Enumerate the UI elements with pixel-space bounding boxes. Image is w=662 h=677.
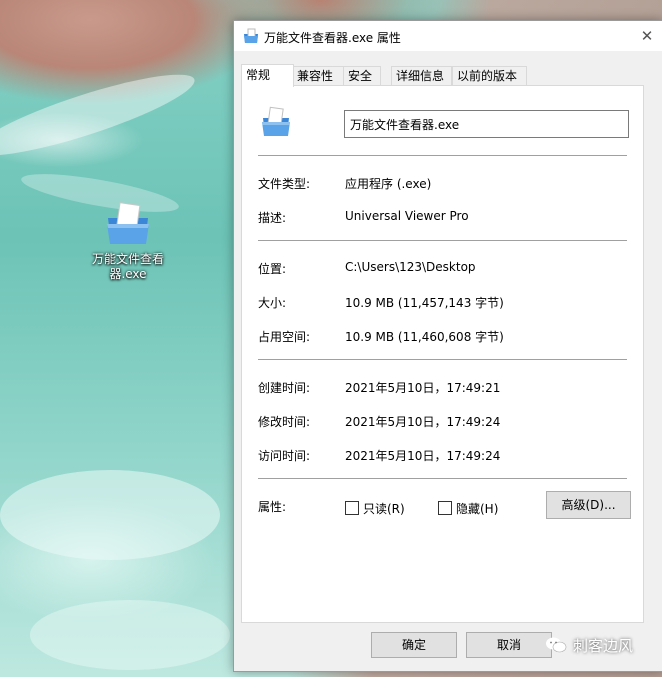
window-title: 万能文件查看器.exe 属性 xyxy=(264,31,401,45)
location-label: 位置: xyxy=(258,262,287,276)
cancel-button[interactable]: 取消 xyxy=(466,632,552,658)
tab-previous-versions[interactable]: 以前的版本 xyxy=(452,66,527,86)
advanced-button[interactable]: 高级(D)... xyxy=(546,491,631,519)
created-label: 创建时间: xyxy=(258,381,311,395)
desktop-file-label: 万能文件查看器.exe xyxy=(91,252,164,281)
properties-dialog: 万能文件查看器.exe 属性 ✕ 常规 兼容性 安全 详细信息 以前的版本 文件… xyxy=(233,20,662,672)
readonly-label: 只读(R) xyxy=(363,502,405,516)
modified-value: 2021年5月10日，17:49:24 xyxy=(345,415,501,429)
general-tab-panel: 文件类型: 应用程序 (.exe) 描述: Universal Viewer P… xyxy=(241,85,644,623)
wechat-icon xyxy=(545,635,567,653)
checkbox-box[interactable] xyxy=(438,501,452,515)
modified-label: 修改时间: xyxy=(258,415,311,429)
divider xyxy=(258,478,627,479)
tab-compatibility[interactable]: 兼容性 xyxy=(292,66,344,86)
checkbox-box[interactable] xyxy=(345,501,359,515)
file-type-label: 文件类型: xyxy=(258,177,311,191)
close-icon[interactable]: ✕ xyxy=(632,21,662,51)
tab-security[interactable]: 安全 xyxy=(343,66,381,86)
divider xyxy=(258,155,627,156)
accessed-label: 访问时间: xyxy=(258,449,311,463)
foam-wave xyxy=(30,600,230,670)
ok-button[interactable]: 确定 xyxy=(371,632,457,658)
size-label: 大小: xyxy=(258,296,287,310)
desktop-file-icon[interactable]: 万能文件查看器.exe xyxy=(88,200,168,282)
tab-general[interactable]: 常规 xyxy=(241,64,294,87)
foam-wave xyxy=(0,470,220,560)
file-type-value: 应用程序 (.exe) xyxy=(345,177,432,191)
folder-document-icon xyxy=(104,200,152,248)
hidden-label: 隐藏(H) xyxy=(456,502,499,516)
divider xyxy=(258,240,627,241)
watermark-text: 刺客边风 xyxy=(573,637,634,655)
attributes-label: 属性: xyxy=(258,500,287,514)
size-on-disk-label: 占用空间: xyxy=(258,330,311,344)
foam-wave xyxy=(0,60,201,170)
description-label: 描述: xyxy=(258,211,287,225)
location-value: C:\Users\123\Desktop xyxy=(345,260,476,274)
app-icon xyxy=(243,28,259,44)
readonly-checkbox[interactable]: 只读(R) xyxy=(345,500,405,517)
description-value: Universal Viewer Pro xyxy=(345,209,469,223)
watermark: 刺客边风 xyxy=(545,632,645,660)
size-value: 10.9 MB (11,457,143 字节) xyxy=(345,296,504,310)
title-bar: 万能文件查看器.exe 属性 ✕ xyxy=(234,21,662,51)
created-value: 2021年5月10日，17:49:21 xyxy=(345,381,501,395)
file-name-field[interactable] xyxy=(344,110,629,138)
file-type-icon xyxy=(260,106,292,138)
accessed-value: 2021年5月10日，17:49:24 xyxy=(345,449,501,463)
size-on-disk-value: 10.9 MB (11,460,608 字节) xyxy=(345,330,504,344)
hidden-checkbox[interactable]: 隐藏(H) xyxy=(438,500,498,517)
tab-details[interactable]: 详细信息 xyxy=(391,66,452,86)
divider xyxy=(258,359,627,360)
file-name-input[interactable] xyxy=(350,112,620,136)
